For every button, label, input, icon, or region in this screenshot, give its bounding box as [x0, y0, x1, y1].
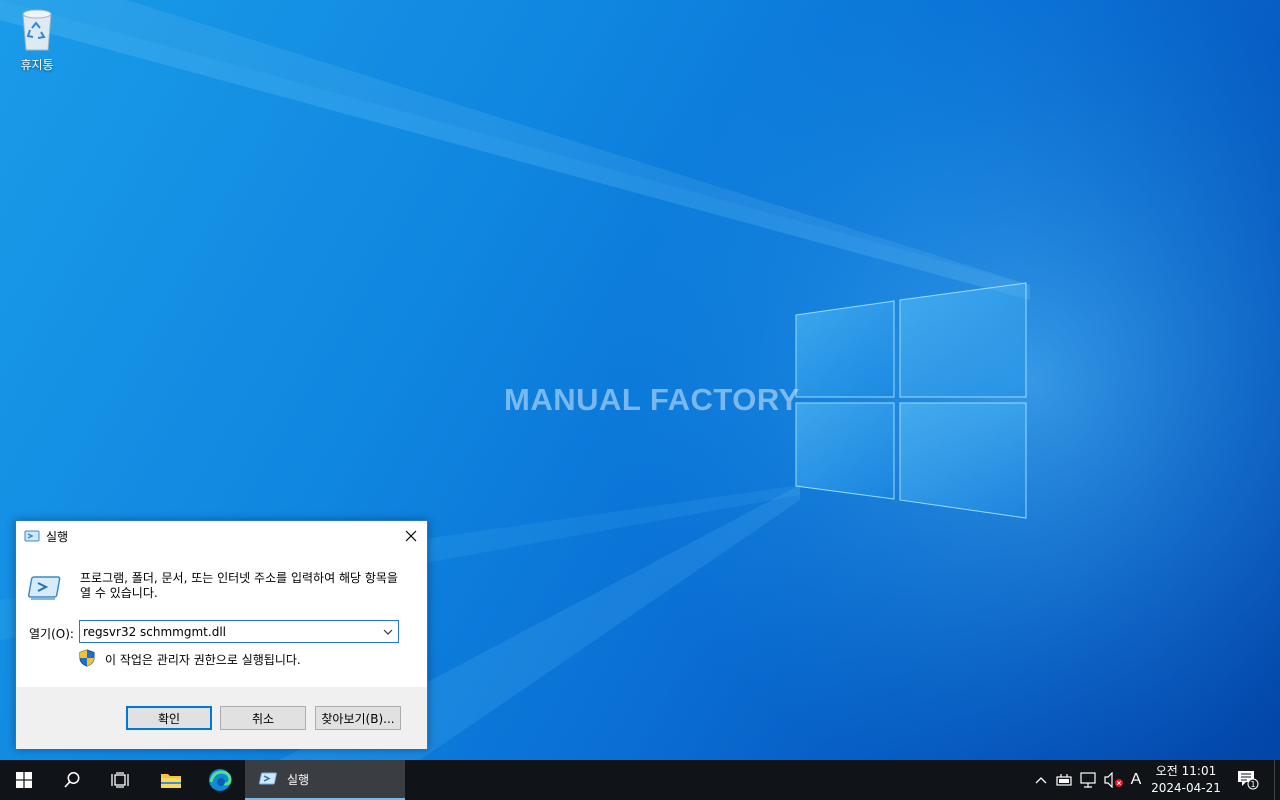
open-label: 열기(O):: [29, 627, 74, 641]
clock-date: 2024-04-21: [1151, 781, 1221, 795]
cancel-button[interactable]: 취소: [220, 706, 306, 730]
action-center-button[interactable]: 1: [1234, 760, 1262, 800]
dialog-footer: 확인 취소 찾아보기(B)...: [16, 687, 427, 749]
power-tray-button[interactable]: [1055, 760, 1075, 800]
search-button[interactable]: [48, 760, 96, 800]
windows-logo-icon: [16, 772, 32, 788]
dialog-description: 프로그램, 폴더, 문서, 또는 인터넷 주소를 입력하여 해당 항목을 열 수…: [80, 571, 398, 600]
run-small-icon: [258, 772, 277, 785]
edge-browser-button[interactable]: [196, 760, 244, 800]
ok-button[interactable]: 확인: [126, 706, 212, 730]
taskbar-clock[interactable]: 오전 11:01 2024-04-21: [1150, 763, 1222, 797]
dialog-titlebar[interactable]: 실행: [16, 521, 427, 551]
close-button[interactable]: [395, 521, 427, 551]
volume-muted-icon: [1104, 772, 1123, 788]
network-tray-button[interactable]: [1079, 760, 1099, 800]
start-button[interactable]: [0, 760, 48, 800]
desktop-icon-recycle-bin[interactable]: 휴지통: [8, 6, 66, 73]
taskbar-run-app[interactable]: 실행: [245, 760, 405, 800]
volume-tray-button[interactable]: [1103, 760, 1125, 800]
recycle-bin-icon: [17, 6, 57, 52]
battery-icon: [1056, 774, 1072, 786]
task-view-icon: [111, 772, 129, 788]
chevron-up-icon: [1035, 777, 1047, 784]
network-icon: [1080, 772, 1096, 788]
notification-icon: 1: [1238, 771, 1259, 790]
edge-icon: [209, 769, 232, 791]
taskbar-run-label: 실행: [287, 772, 310, 787]
command-input[interactable]: [83, 623, 378, 640]
admin-note: 이 작업은 관리자 권한으로 실행됩니다.: [105, 653, 301, 667]
task-view-button[interactable]: [96, 760, 144, 800]
folder-icon: [161, 774, 181, 788]
run-small-icon: [24, 528, 40, 547]
close-icon: [405, 530, 417, 542]
run-dialog: 실행 프로그램, 폴더, 문서, 또는 인터넷 주소를 입력하여 해당 항목을 …: [15, 520, 428, 749]
browse-button[interactable]: 찾아보기(B)...: [315, 706, 401, 730]
watermark-text: MANUAL FACTORY: [504, 382, 800, 417]
show-hidden-icons-button[interactable]: [1032, 760, 1050, 800]
command-combobox[interactable]: [79, 620, 399, 643]
clock-time: 오전 11:01: [1155, 764, 1217, 778]
desktop-icon-label: 휴지통: [20, 58, 54, 72]
file-explorer-button[interactable]: [147, 760, 195, 800]
run-app-icon: [27, 571, 61, 606]
input-method-indicator[interactable]: A: [1126, 760, 1146, 800]
search-icon: [64, 772, 80, 788]
show-desktop-button[interactable]: [1274, 760, 1280, 800]
uac-shield-icon: [79, 649, 95, 670]
notification-count: 1: [1250, 780, 1255, 789]
dialog-title: 실행: [46, 530, 69, 544]
chevron-down-icon[interactable]: [381, 625, 395, 639]
taskbar: 실행 A 오전 11:01 2024-04-21 1: [0, 760, 1280, 800]
